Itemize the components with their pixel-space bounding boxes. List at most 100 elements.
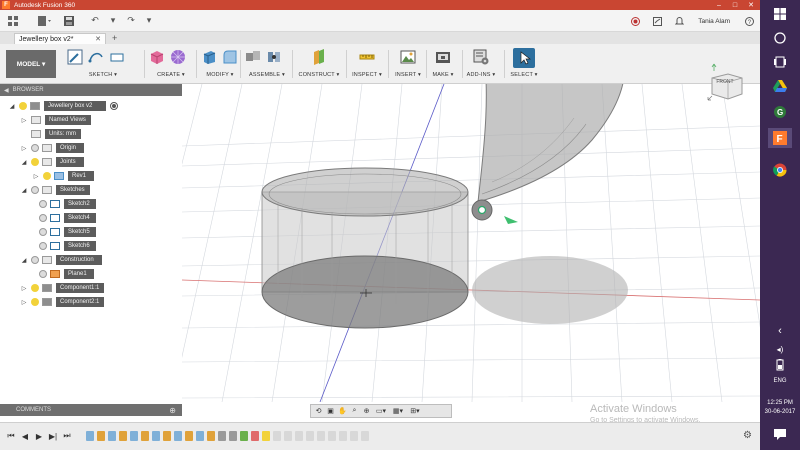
modify-group[interactable]: MODIFY ▾ [200, 48, 240, 82]
select-group[interactable]: SELECT ▾ [508, 48, 540, 82]
timeline-feature-fillet[interactable] [141, 431, 149, 441]
arc-icon[interactable] [87, 48, 105, 66]
undo-icon[interactable]: ↶ [88, 13, 102, 29]
inspect-group[interactable]: INSPECT ▾ [350, 48, 384, 82]
create-sketch-icon[interactable] [66, 48, 84, 66]
minimize-icon[interactable]: – [712, 0, 726, 10]
make-group[interactable]: MAKE ▾ [430, 48, 456, 82]
extrude-icon[interactable] [148, 48, 166, 66]
press-pull-icon[interactable] [200, 48, 218, 66]
construct-group[interactable]: CONSTRUCT ▾ [296, 48, 342, 82]
joint-icon[interactable] [265, 48, 283, 66]
insert-group[interactable]: INSERT ▾ [392, 48, 424, 82]
close-tab-icon[interactable]: ✕ [95, 35, 101, 43]
expand-toggle-icon[interactable]: ▷ [20, 145, 28, 152]
3d-print-icon[interactable] [434, 48, 452, 66]
timeline-feature-component[interactable] [229, 431, 237, 441]
maximize-icon[interactable]: □ [728, 0, 742, 10]
browser-item-component2[interactable]: ▷ Component2:1 [20, 296, 104, 308]
insert-image-icon[interactable] [399, 48, 417, 66]
timeline-feature-shell[interactable] [207, 431, 215, 441]
expand-toggle-icon[interactable]: ▷ [20, 285, 28, 292]
timeline-feature-plane[interactable] [262, 431, 270, 441]
sketch-group[interactable]: SKETCH ▾ [66, 48, 140, 82]
clock-time[interactable]: 12:25 PM [760, 400, 800, 406]
timeline-feature-extrude[interactable] [163, 431, 171, 441]
input-language[interactable]: ENG [760, 378, 800, 384]
visibility-bulb-icon[interactable] [43, 172, 51, 180]
browser-header[interactable]: ◀ BROWSER [0, 84, 182, 96]
cortana-circle-icon[interactable] [768, 28, 792, 48]
timeline-feature-suppressed[interactable] [284, 431, 292, 441]
expand-toggle-icon[interactable]: ◢ [20, 159, 28, 166]
timeline-feature-suppressed[interactable] [295, 431, 303, 441]
addins-group[interactable]: ADD-INS ▾ [466, 48, 496, 82]
offset-plane-icon[interactable] [310, 48, 328, 66]
expand-toggle-icon[interactable]: ▷ [20, 299, 28, 306]
visibility-bulb-icon[interactable] [39, 270, 47, 278]
timeline-feature-suppressed[interactable] [350, 431, 358, 441]
fusion-360-taskbar-icon[interactable]: F [768, 128, 792, 148]
grid-settings-icon[interactable]: ▦▾ [391, 407, 405, 416]
display-settings-icon[interactable]: ▭▾ [374, 407, 388, 416]
measure-icon[interactable] [358, 48, 376, 66]
select-cursor-icon[interactable] [513, 48, 535, 68]
notifications-bell-icon[interactable] [673, 15, 685, 27]
redo-dropdown-chevron-icon[interactable]: ▾ [142, 13, 156, 29]
timeline-feature-sketch[interactable] [152, 431, 160, 441]
timeline-settings-gear-icon[interactable]: ⚙ [743, 430, 752, 441]
visibility-bulb-icon[interactable] [31, 298, 39, 306]
viewports-icon[interactable]: ⊞▾ [408, 407, 422, 416]
rectangle-sketch-icon[interactable] [108, 48, 126, 66]
redo-icon[interactable]: ↷ [124, 13, 138, 29]
fit-zoom-icon[interactable]: ⊕ [362, 407, 371, 416]
timeline-step-forward-icon[interactable]: ▶| [48, 431, 58, 441]
timeline-step-back-icon[interactable]: ◀ [20, 431, 30, 441]
google-drive-icon[interactable] [768, 76, 792, 96]
browser-item-named-views[interactable]: ▷ Named Views [20, 114, 91, 126]
timeline-feature-component[interactable] [218, 431, 226, 441]
visibility-bulb-icon[interactable] [31, 158, 39, 166]
visibility-bulb-icon[interactable] [31, 284, 39, 292]
timeline-feature-sketch[interactable] [196, 431, 204, 441]
collapse-arrow-icon[interactable]: ◀ [4, 87, 9, 94]
browser-item-sketch6[interactable]: Sketch6 [36, 240, 96, 252]
expand-toggle-icon[interactable]: ◢ [20, 187, 28, 194]
timeline-feature-sketch[interactable] [108, 431, 116, 441]
visibility-bulb-icon[interactable] [31, 256, 39, 264]
browser-item-plane1[interactable]: Plane1 [36, 268, 94, 280]
timeline-feature-extrude[interactable] [97, 431, 105, 441]
timeline-feature-sketch[interactable] [86, 431, 94, 441]
browser-item-sketch2[interactable]: Sketch2 [36, 198, 96, 210]
chrome-icon[interactable] [768, 160, 792, 180]
workspace-switcher-button[interactable]: MODEL ▾ [6, 50, 56, 78]
close-icon[interactable]: ✕ [744, 0, 758, 10]
save-icon[interactable] [62, 13, 76, 29]
record-icon[interactable] [629, 15, 641, 27]
volume-icon[interactable]: ◂) [768, 342, 792, 356]
canvas-viewport[interactable] [182, 84, 760, 402]
task-view-icon[interactable] [768, 52, 792, 72]
help-icon[interactable]: ? [743, 15, 755, 27]
clock-date[interactable]: 30-06-2017 [760, 409, 800, 415]
show-hidden-icons-chevron-icon[interactable]: ‹ [768, 324, 792, 338]
action-center-icon[interactable] [768, 424, 792, 444]
browser-item-joints[interactable]: ◢ Joints [20, 156, 84, 168]
assemble-group[interactable]: ASSEMBLE ▾ [244, 48, 290, 82]
windows-start-icon[interactable] [768, 4, 792, 24]
browser-item-sketch5[interactable]: Sketch5 [36, 226, 96, 238]
new-component-icon[interactable] [244, 48, 262, 66]
timeline-marker[interactable] [251, 431, 259, 441]
browser-item-root[interactable]: ◢ Jewellery box v2 [8, 100, 118, 112]
visibility-bulb-icon[interactable] [39, 200, 47, 208]
comments-panel-header[interactable]: COMMENTS ⊕ [0, 404, 182, 416]
data-panel-grid-icon[interactable] [6, 13, 20, 29]
create-group[interactable]: CREATE ▾ [148, 48, 194, 82]
timeline-feature-extrude[interactable] [119, 431, 127, 441]
browser-item-units[interactable]: Units: mm [28, 128, 81, 140]
visibility-bulb-icon[interactable] [31, 144, 39, 152]
browser-item-rev1[interactable]: ▷ Rev1 [32, 170, 94, 182]
expand-toggle-icon[interactable]: ◢ [20, 257, 28, 264]
fillet-icon[interactable] [221, 48, 239, 66]
timeline-feature-sketch[interactable] [130, 431, 138, 441]
